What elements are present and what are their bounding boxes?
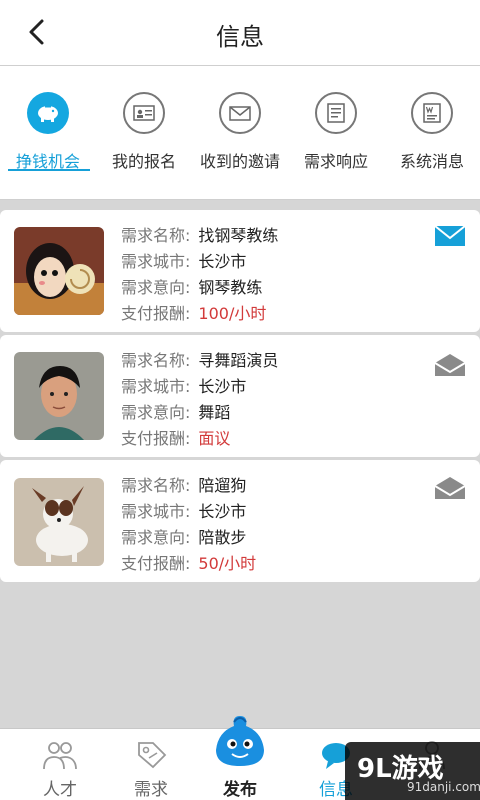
demand-card[interactable]: 需求名称: 陪遛狗 需求城市: 长沙市 需求意向: 陪散步 支付报酬: 50/小时 bbox=[0, 460, 480, 582]
field-label: 需求意向: bbox=[121, 278, 191, 297]
nav-talent[interactable]: 人才 bbox=[12, 729, 108, 800]
demand-pay-row: 支付报酬: 面议 bbox=[121, 425, 230, 449]
field-label: 需求名称: bbox=[121, 476, 191, 495]
tab-system-messages[interactable]: 系统消息 bbox=[384, 92, 480, 172]
active-tab-indicator bbox=[8, 169, 90, 171]
top-bar: 信息 bbox=[0, 0, 480, 66]
tab-received-invitations[interactable]: 收到的邀请 bbox=[192, 92, 288, 172]
demand-intent-row: 需求意向: 钢琴教练 bbox=[121, 274, 262, 298]
word-document-icon bbox=[411, 92, 453, 134]
tab-label: 我的报名 bbox=[111, 152, 176, 171]
demand-intent: 舞蹈 bbox=[198, 403, 231, 422]
tab-earn-opportunities[interactable]: 挣钱机会 bbox=[0, 92, 96, 172]
demand-intent: 钢琴教练 bbox=[198, 278, 263, 297]
envelope-icon bbox=[219, 92, 261, 134]
nav-label: 人才 bbox=[43, 780, 77, 800]
id-card-icon bbox=[123, 92, 165, 134]
watermark-url: 91danji.com bbox=[407, 780, 480, 794]
young-man-portrait-image bbox=[14, 352, 104, 440]
demand-intent-row: 需求意向: 舞蹈 bbox=[121, 399, 230, 423]
field-label: 需求城市: bbox=[121, 377, 191, 396]
demand-name-row: 需求名称: 找钢琴教练 bbox=[121, 222, 278, 246]
puppy-image bbox=[14, 478, 104, 566]
demand-name: 寻舞蹈演员 bbox=[198, 351, 279, 370]
field-label: 需求名称: bbox=[121, 226, 191, 245]
demand-name: 找钢琴教练 bbox=[198, 226, 279, 245]
tab-my-registrations[interactable]: 我的报名 bbox=[96, 92, 192, 172]
tab-demand-responses[interactable]: 需求响应 bbox=[288, 92, 384, 172]
field-label: 需求名称: bbox=[121, 351, 191, 370]
field-label: 需求城市: bbox=[121, 252, 191, 271]
demand-city: 长沙市 bbox=[198, 377, 247, 396]
blue-mascot-icon[interactable] bbox=[212, 712, 268, 768]
demand-intent-row: 需求意向: 陪散步 bbox=[121, 524, 246, 548]
demand-city: 长沙市 bbox=[198, 502, 247, 521]
demand-city-row: 需求城市: 长沙市 bbox=[121, 373, 246, 397]
demand-pay-row: 支付报酬: 50/小时 bbox=[121, 550, 256, 574]
read-mail-icon[interactable] bbox=[434, 353, 466, 377]
field-label: 支付报酬: bbox=[121, 304, 191, 323]
nav-demand[interactable]: 需求 bbox=[103, 729, 199, 800]
demand-pay-row: 支付报酬: 100/小时 bbox=[121, 300, 266, 324]
demand-pay: 100/小时 bbox=[198, 304, 267, 323]
people-icon bbox=[43, 742, 77, 770]
demand-card[interactable]: 需求名称: 寻舞蹈演员 需求城市: 长沙市 需求意向: 舞蹈 支付报酬: 面议 bbox=[0, 335, 480, 457]
read-mail-icon[interactable] bbox=[434, 476, 466, 500]
demand-pay: 面议 bbox=[198, 429, 231, 448]
field-label: 支付报酬: bbox=[121, 554, 191, 573]
tag-icon bbox=[138, 742, 167, 769]
field-label: 需求城市: bbox=[121, 502, 191, 521]
document-icon bbox=[315, 92, 357, 134]
watermark: 9L游戏 91danji.com bbox=[345, 742, 480, 800]
field-label: 需求意向: bbox=[121, 403, 191, 422]
field-label: 支付报酬: bbox=[121, 429, 191, 448]
demand-intent: 陪散步 bbox=[198, 528, 247, 547]
demand-city-row: 需求城市: 长沙市 bbox=[121, 248, 246, 272]
tab-label: 系统消息 bbox=[399, 152, 464, 171]
demand-card[interactable]: 需求名称: 找钢琴教练 需求城市: 长沙市 需求意向: 钢琴教练 支付报酬: 100/小… bbox=[0, 210, 480, 332]
demand-city: 长沙市 bbox=[198, 252, 247, 271]
nav-label: 需求 bbox=[134, 780, 168, 800]
tab-label: 需求响应 bbox=[303, 152, 368, 171]
page-title: 信息 bbox=[216, 23, 264, 51]
piggy-bank-icon bbox=[27, 92, 69, 134]
demand-name: 陪遛狗 bbox=[198, 476, 247, 495]
demand-city-row: 需求城市: 长沙市 bbox=[121, 498, 246, 522]
unread-mail-icon[interactable] bbox=[434, 224, 466, 248]
demand-name-row: 需求名称: 陪遛狗 bbox=[121, 472, 246, 496]
demand-name-row: 需求名称: 寻舞蹈演员 bbox=[121, 347, 278, 371]
field-label: 需求意向: bbox=[121, 528, 191, 547]
nav-label: 发布 bbox=[223, 780, 257, 800]
cartoon-girl-with-snail-image bbox=[14, 227, 104, 315]
demand-pay: 50/小时 bbox=[198, 554, 257, 573]
tab-label: 收到的邀请 bbox=[199, 152, 280, 171]
category-tabs: 挣钱机会 我的报名 收到的邀请 需求响应 系统消息 bbox=[0, 66, 480, 200]
